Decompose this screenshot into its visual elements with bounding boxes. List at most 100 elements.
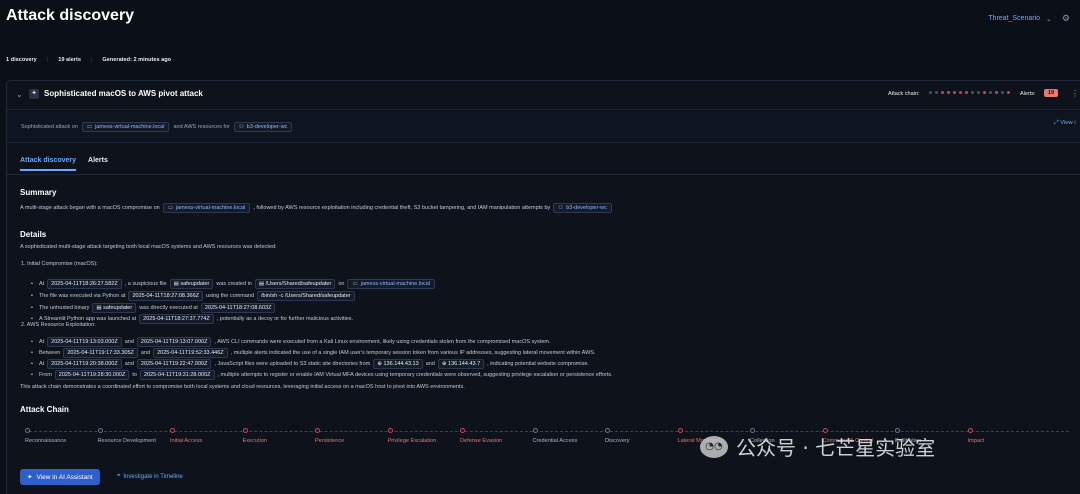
chain-dot <box>989 91 992 94</box>
text: , multiple attempts to register or enabl… <box>217 372 613 378</box>
timestamp: 2025-04-11T18:27:08.603Z <box>200 303 276 313</box>
detail-bullet: At 2025-04-11T19:20:38.000Z and 2025-04-… <box>31 359 589 369</box>
timestamp: 2025-04-11T19:31:28.000Z <box>139 370 215 380</box>
text: using the command <box>206 293 255 299</box>
summary-text: A multi-stage attack began with a macOS … <box>20 203 612 213</box>
attack-chain-stage: Credential Access <box>532 428 578 444</box>
command: /bin/sh -c /Users/Shared/safeupdater <box>257 291 355 301</box>
attack-chain-stage: Persistence <box>315 428 344 444</box>
discovery-subtitle: Sophisticated attack on ▭ jamess-virtual-… <box>21 122 293 132</box>
stage-dot <box>677 428 683 433</box>
more-options-icon[interactable]: ⋮ <box>1071 89 1079 98</box>
chain-dot <box>929 91 932 94</box>
timestamp: 2025-04-11T19:17:33.305Z <box>63 348 138 358</box>
view-link-label: View i <box>1060 120 1076 126</box>
generated-time: Generated: 2 minutes ago <box>102 57 172 63</box>
timestamp: 2025-04-11T18:27:08.366Z <box>128 291 204 301</box>
gear-icon[interactable]: ⚙ <box>1062 13 1070 24</box>
discovery-title: Sophisticated macOS to AWS pivot attack <box>44 89 203 98</box>
chain-dot <box>947 91 950 94</box>
timeline-icon: ⌖ <box>117 473 121 479</box>
text: The file was executed via Python at <box>38 293 126 299</box>
stage-dot <box>967 428 973 433</box>
text: , JavaScript files were uploaded to S3 s… <box>214 361 371 367</box>
timestamp: 2025-04-11T18:27:37.774Z <box>139 314 214 324</box>
detail-bullet: The file was executed via Python at 2025… <box>31 291 355 301</box>
user-icon: ⚇ <box>238 124 244 130</box>
timestamp: 2025-04-11T19:13:07.000Z <box>136 337 212 347</box>
chain-dot <box>995 91 998 94</box>
tab-attack-discovery[interactable]: Attack discovery <box>20 157 77 171</box>
link-label: Investigate in Timeline <box>123 473 183 480</box>
user-name: b3-developer-wc <box>566 205 607 211</box>
file-chip[interactable]: ▤ safeupdater <box>92 303 137 313</box>
timestamp: 2025-04-11T19:20:38.000Z <box>47 359 122 369</box>
attack-chain-label: Attack chain: <box>888 91 920 97</box>
ip-chip[interactable]: ⊕ 136.144.43.7 <box>437 359 485 369</box>
user-chip[interactable]: ⚇ b3-developer-wc <box>553 203 612 213</box>
stage-label: Persistence <box>315 438 345 444</box>
detail-bullet: Between 2025-04-11T19:17:33.305Z and 202… <box>31 348 596 358</box>
text: was created in <box>216 281 252 287</box>
discovery-header[interactable]: ⌄ ✦ Sophisticated macOS to AWS pivot att… <box>7 81 1080 109</box>
chevron-down-icon[interactable]: ⌄ <box>16 90 23 99</box>
discovery-count: 1 discovery <box>6 57 37 63</box>
chain-dot <box>971 91 974 94</box>
divider: | <box>46 57 49 63</box>
text: and <box>124 361 134 367</box>
user-chip[interactable]: ⚇ b3-developer-wc <box>233 122 293 132</box>
chain-dot <box>959 91 962 94</box>
host-chip[interactable]: ▭ jamess-virtual-machine.local <box>81 122 170 132</box>
investigate-in-timeline-link[interactable]: ⌖ Investigate in Timeline <box>117 473 183 480</box>
timestamp: 2025-04-11T19:52:33.446Z <box>153 348 228 358</box>
host-chip[interactable]: ▭ jamess-virtual-machine.local <box>347 279 436 289</box>
stage-dot <box>242 428 248 433</box>
chain-dot <box>953 91 956 94</box>
host-chip[interactable]: ▭ jamess-virtual-machine.local <box>162 203 251 213</box>
details-intro: A sophisticated multi-stage attack targe… <box>20 244 277 250</box>
chevron-down-icon: ⌄ <box>1046 15 1052 23</box>
scenario-selector[interactable]: Threat_Scenario ⌄ ⚙ <box>988 13 1070 24</box>
attack-chain-stage: Discovery <box>605 428 630 444</box>
ip-chip[interactable]: ⊕ 136.144.43.13 <box>373 359 423 369</box>
stage-label: Privilege Escalation <box>387 438 437 444</box>
view-in-ai-assistant-button[interactable]: ✦ View in AI Assistant <box>20 469 100 485</box>
stage-dot <box>460 428 465 433</box>
text: , AWS CLI commands were executed from a … <box>214 339 551 345</box>
watermark: ◔◔ 公众号 · 七芒星实验室 <box>700 432 935 461</box>
stage-label: Impact <box>967 438 985 444</box>
attack-chain-stage: Defense Evasion <box>460 428 502 444</box>
tab-alerts[interactable]: Alerts <box>88 157 108 171</box>
view-link[interactable]: ⤢ View i <box>1054 120 1076 127</box>
text: From <box>38 372 52 378</box>
user-name: b3-developer-wc <box>246 124 288 130</box>
subtitle-text: and AWS resources for <box>173 124 230 130</box>
chain-dot <box>935 91 938 94</box>
text: , multiple alerts indicated the use of a… <box>230 350 596 356</box>
details-heading: Details <box>20 230 47 239</box>
summary-heading: Summary <box>20 188 57 197</box>
ip-address: 136.144.43.7 <box>448 361 481 367</box>
stage-label: Credential Access <box>532 438 578 444</box>
alert-count: 19 alerts <box>58 57 81 63</box>
text: and <box>124 339 134 345</box>
text: At <box>38 281 45 287</box>
user-icon: ⚇ <box>558 205 564 211</box>
button-label: View in AI Assistant <box>36 473 93 481</box>
text: and <box>425 361 435 367</box>
stage-dot <box>387 428 393 433</box>
path-chip[interactable]: ▤ /Users/Shared/safeupdater <box>254 279 336 289</box>
stage-dot <box>605 428 610 433</box>
watermark-text: 公众号 · 七芒星实验室 <box>736 436 936 460</box>
tab-bar: Attack discovery Alerts <box>20 157 108 171</box>
chain-dot <box>1001 91 1004 94</box>
divider <box>7 174 1080 175</box>
host-name: jamess-virtual-machine.local <box>360 281 431 287</box>
chain-dot <box>983 91 986 94</box>
monitor-icon: ▭ <box>86 124 93 130</box>
file-chip[interactable]: ▤ safeupdater <box>169 279 214 289</box>
stage-dot <box>97 428 103 433</box>
stage-label: Execution <box>242 438 268 444</box>
text: and <box>140 350 151 356</box>
divider: | <box>90 57 93 63</box>
